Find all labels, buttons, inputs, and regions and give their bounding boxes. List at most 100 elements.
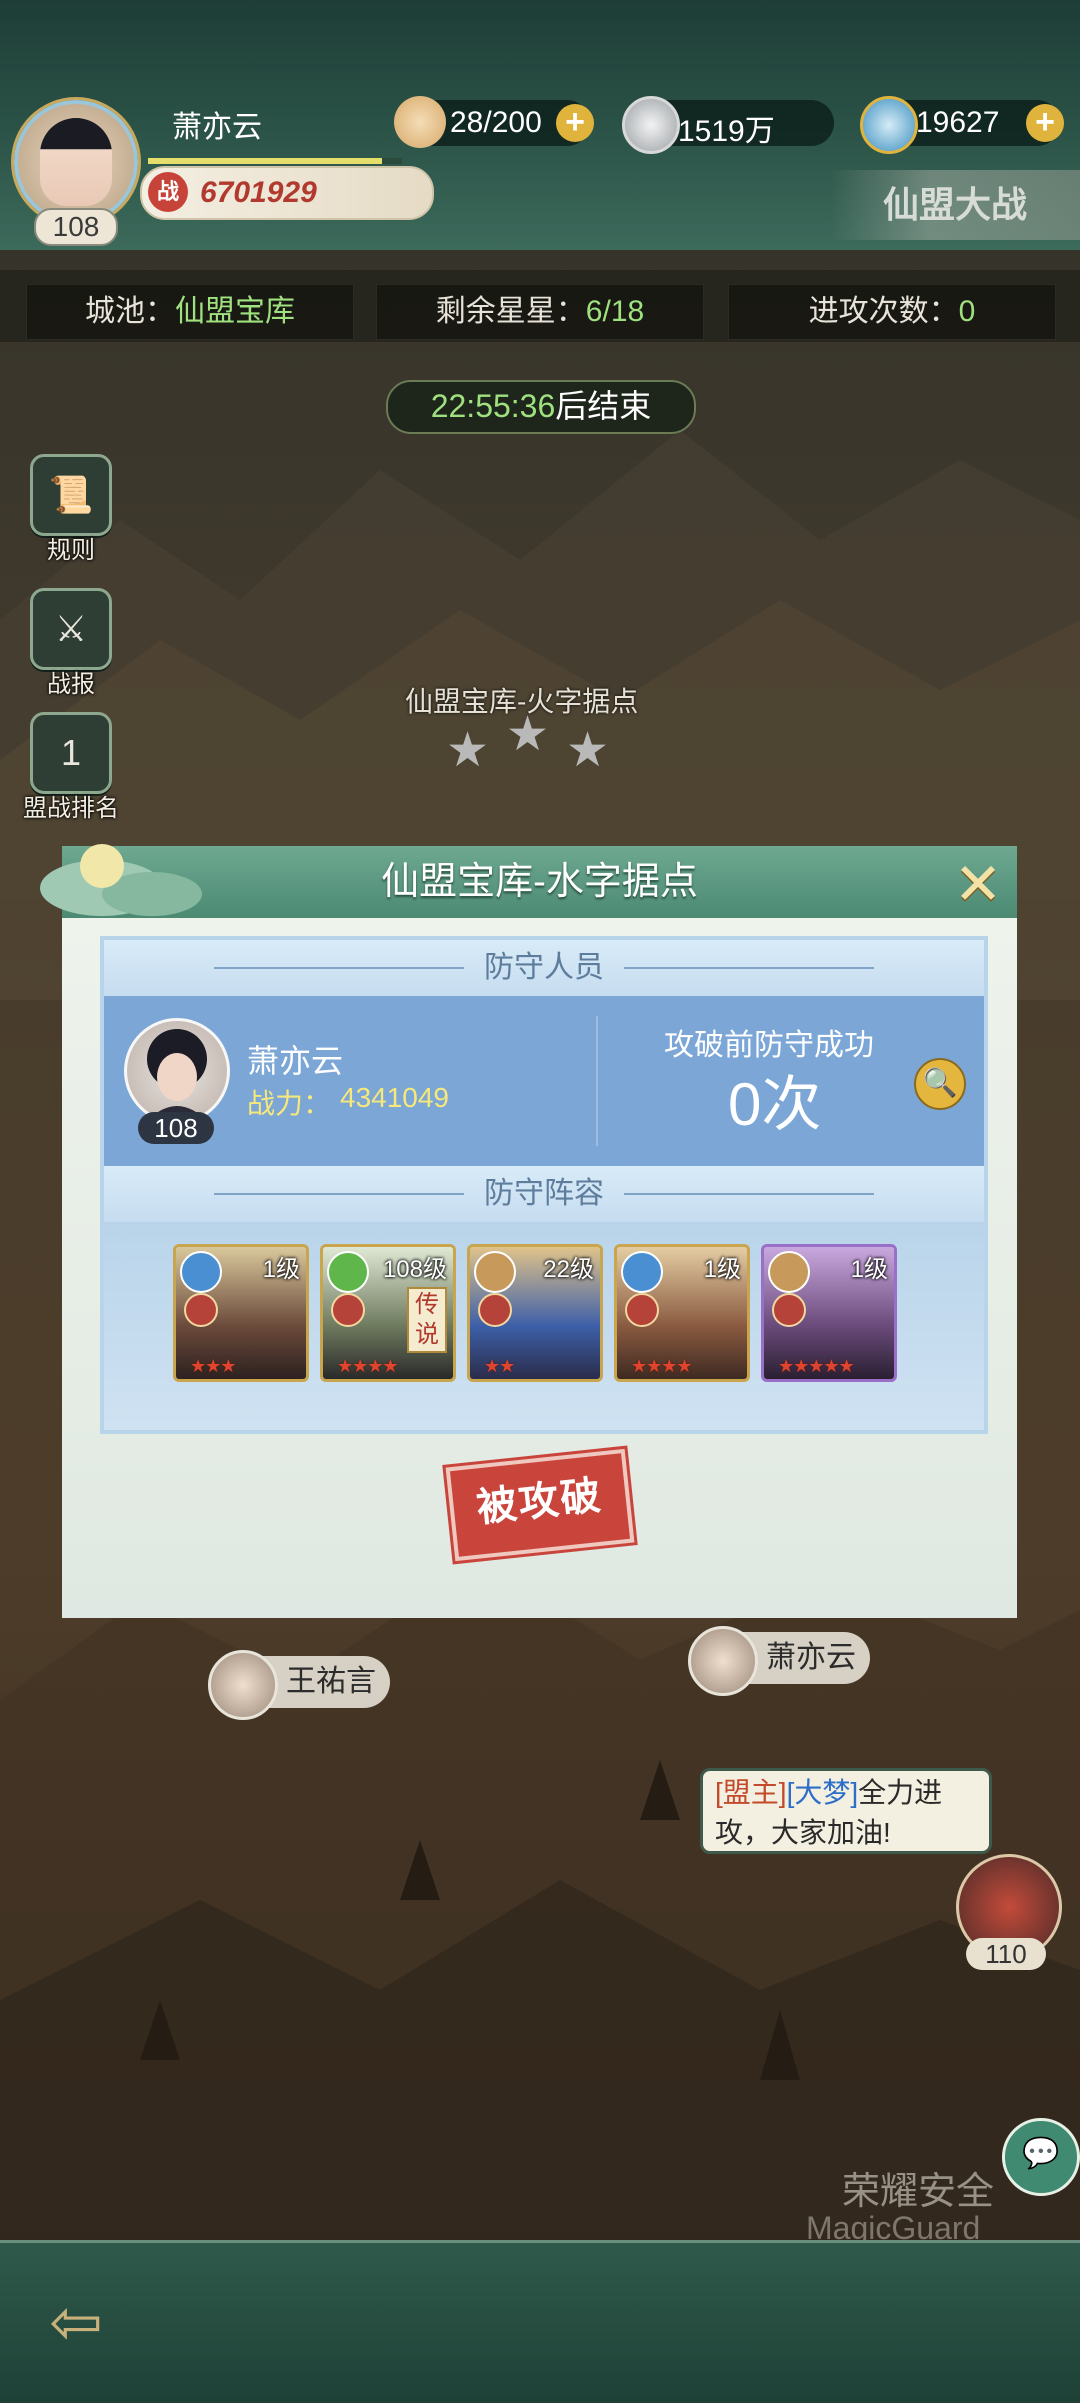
hero-level: 1级 — [703, 1256, 741, 1283]
defender-portrait-icon — [147, 1029, 207, 1121]
defender-power-label: 战力： — [247, 1088, 332, 1119]
star-icon: ★ — [506, 708, 550, 761]
map-player-tag[interactable]: 萧亦云 — [688, 1626, 870, 1696]
defender-name: 萧亦云 — [247, 1043, 344, 1079]
star-icon: ★ — [566, 724, 610, 777]
ranking-button[interactable]: 1 盟战排名 — [18, 712, 124, 823]
avatar-portrait — [40, 118, 112, 206]
scroll-icon: 📜 — [30, 454, 112, 536]
resource-stamina: 28/200 + — [394, 96, 594, 148]
chat-speaker: [大梦] — [786, 1777, 859, 1808]
defenders-header: 防守人员 — [104, 940, 984, 996]
swords-icon: ⚔ — [30, 588, 112, 670]
attacks-label: 进攻次数： — [808, 295, 959, 328]
coin-icon — [622, 96, 680, 154]
hero-card[interactable]: 1级 ★★★ — [173, 1244, 309, 1382]
star-icon: ★ — [446, 724, 490, 777]
role-icon — [331, 1293, 365, 1327]
attacks-info: 进攻次数：0 — [728, 284, 1056, 340]
close-button[interactable]: ✕ — [951, 856, 1005, 914]
earth-element-icon — [768, 1251, 810, 1293]
player-avatar-icon — [688, 1626, 758, 1696]
lineup-header-text: 防守阵容 — [484, 1177, 604, 1210]
add-gems-button[interactable]: + — [1026, 104, 1064, 142]
stamina-value: 28/200 — [450, 106, 542, 139]
player-level-badge: 108 — [34, 208, 118, 246]
header-line-left — [214, 967, 464, 969]
legend-badge: 传说 — [407, 1287, 447, 1353]
hero-stars: ★★★★ — [631, 1356, 693, 1376]
chat-line2: 攻，大家加油! — [715, 1817, 891, 1848]
watermark: 荣耀安全 — [842, 2171, 995, 2213]
chat-icon[interactable]: 💬 — [1002, 2118, 1080, 2196]
search-icon[interactable]: 🔍 — [914, 1058, 966, 1110]
wind-element-icon — [327, 1251, 369, 1293]
bun-icon — [394, 96, 446, 148]
city-value: 仙盟宝库 — [175, 295, 295, 328]
popup-title: 仙盟宝库-水字据点 — [381, 861, 698, 903]
chat-line1: 全力进 — [858, 1777, 943, 1808]
map-player-tag[interactable]: 王祐言 — [208, 1650, 390, 1720]
header-line-right — [624, 967, 874, 969]
hero-stars: ★★ — [484, 1356, 515, 1376]
role-icon — [478, 1293, 512, 1327]
breached-stamp: 被攻破 — [445, 1448, 635, 1562]
player-avatar[interactable] — [14, 100, 138, 224]
battle-report-button[interactable]: ⚔ 战报 — [18, 588, 124, 699]
battle-power-icon: 战 — [148, 172, 188, 212]
map-player-name: 萧亦云 — [766, 1641, 856, 1674]
water-element-icon — [621, 1251, 663, 1293]
chat-tag: [盟主] — [715, 1777, 787, 1808]
earth-element-icon — [474, 1251, 516, 1293]
lineup-header: 防守阵容 — [104, 1166, 984, 1222]
rules-button[interactable]: 📜 规则 — [18, 454, 124, 565]
map-player-name: 王祐言 — [286, 1665, 376, 1698]
hero-stars: ★★★★★ — [778, 1356, 855, 1376]
rules-label: 规则 — [47, 536, 95, 564]
spiral-gem-icon — [860, 96, 918, 154]
ranking-label: 盟战排名 — [23, 794, 119, 822]
popup-body: 防守人员 108 萧亦云 战力： 4341049 攻破前防守成功 0次 🔍 防守… — [62, 918, 1017, 1618]
defender-power: 4341049 — [340, 1082, 450, 1113]
role-icon — [772, 1293, 806, 1327]
header-line-left — [214, 1193, 464, 1195]
hero-level: 1级 — [850, 1256, 888, 1283]
resource-coins: 1519万 — [622, 96, 834, 154]
stronghold-popup: 仙盟宝库-水字据点 ✕ 防守人员 108 萧亦云 战力： 4341049 攻破前… — [40, 844, 1017, 1618]
speaker-level: 110 — [966, 1938, 1046, 1970]
role-icon — [184, 1293, 218, 1327]
hero-level: 108级 — [382, 1256, 447, 1283]
hero-card[interactable]: 1级 ★★★★ — [614, 1244, 750, 1382]
hero-stars: ★★★ — [190, 1356, 236, 1376]
stars-label: 剩余星星： — [435, 295, 586, 328]
exp-fill — [148, 158, 382, 164]
hero-card[interactable]: 1级 ★★★★★ — [761, 1244, 897, 1382]
info-panel: 防守人员 108 萧亦云 战力： 4341049 攻破前防守成功 0次 🔍 防守… — [100, 936, 988, 1434]
back-arrow-icon[interactable]: ⇦ — [26, 2290, 126, 2354]
defender-row: 108 萧亦云 战力： 4341049 攻破前防守成功 0次 🔍 — [104, 996, 984, 1166]
timer-time: 22:55:36 — [430, 388, 556, 424]
resource-gems: 19627 + — [860, 96, 1064, 154]
bottom-bar — [0, 2240, 1080, 2403]
timer-suffix: 后结束 — [555, 388, 652, 424]
role-icon — [625, 1293, 659, 1327]
hero-card[interactable]: 22级 ★★ — [467, 1244, 603, 1382]
hero-card[interactable]: 108级 传说 ★★★★ — [320, 1244, 456, 1382]
ranking-icon: 1 — [30, 712, 112, 794]
water-element-icon — [180, 1251, 222, 1293]
defender-level: 108 — [138, 1112, 214, 1144]
defender-avatar[interactable] — [124, 1018, 230, 1124]
player-name: 萧亦云 — [172, 111, 262, 144]
divider — [596, 1016, 598, 1146]
player-avatar-icon — [208, 1650, 278, 1720]
defense-success-count: 0次 — [728, 1071, 822, 1138]
attacks-value: 0 — [958, 295, 976, 328]
countdown-timer: 22:55:36后结束 — [386, 380, 696, 434]
city-info: 城池：仙盟宝库 — [26, 284, 354, 340]
add-stamina-button[interactable]: + — [556, 104, 594, 142]
chat-bubble[interactable]: [盟主][大梦]全力进 攻，大家加油! — [700, 1768, 992, 1854]
header-line-right — [624, 1193, 874, 1195]
gems-value: 19627 — [916, 106, 1000, 139]
stars-value: 6/18 — [585, 295, 645, 328]
defenders-header-text: 防守人员 — [484, 951, 604, 984]
